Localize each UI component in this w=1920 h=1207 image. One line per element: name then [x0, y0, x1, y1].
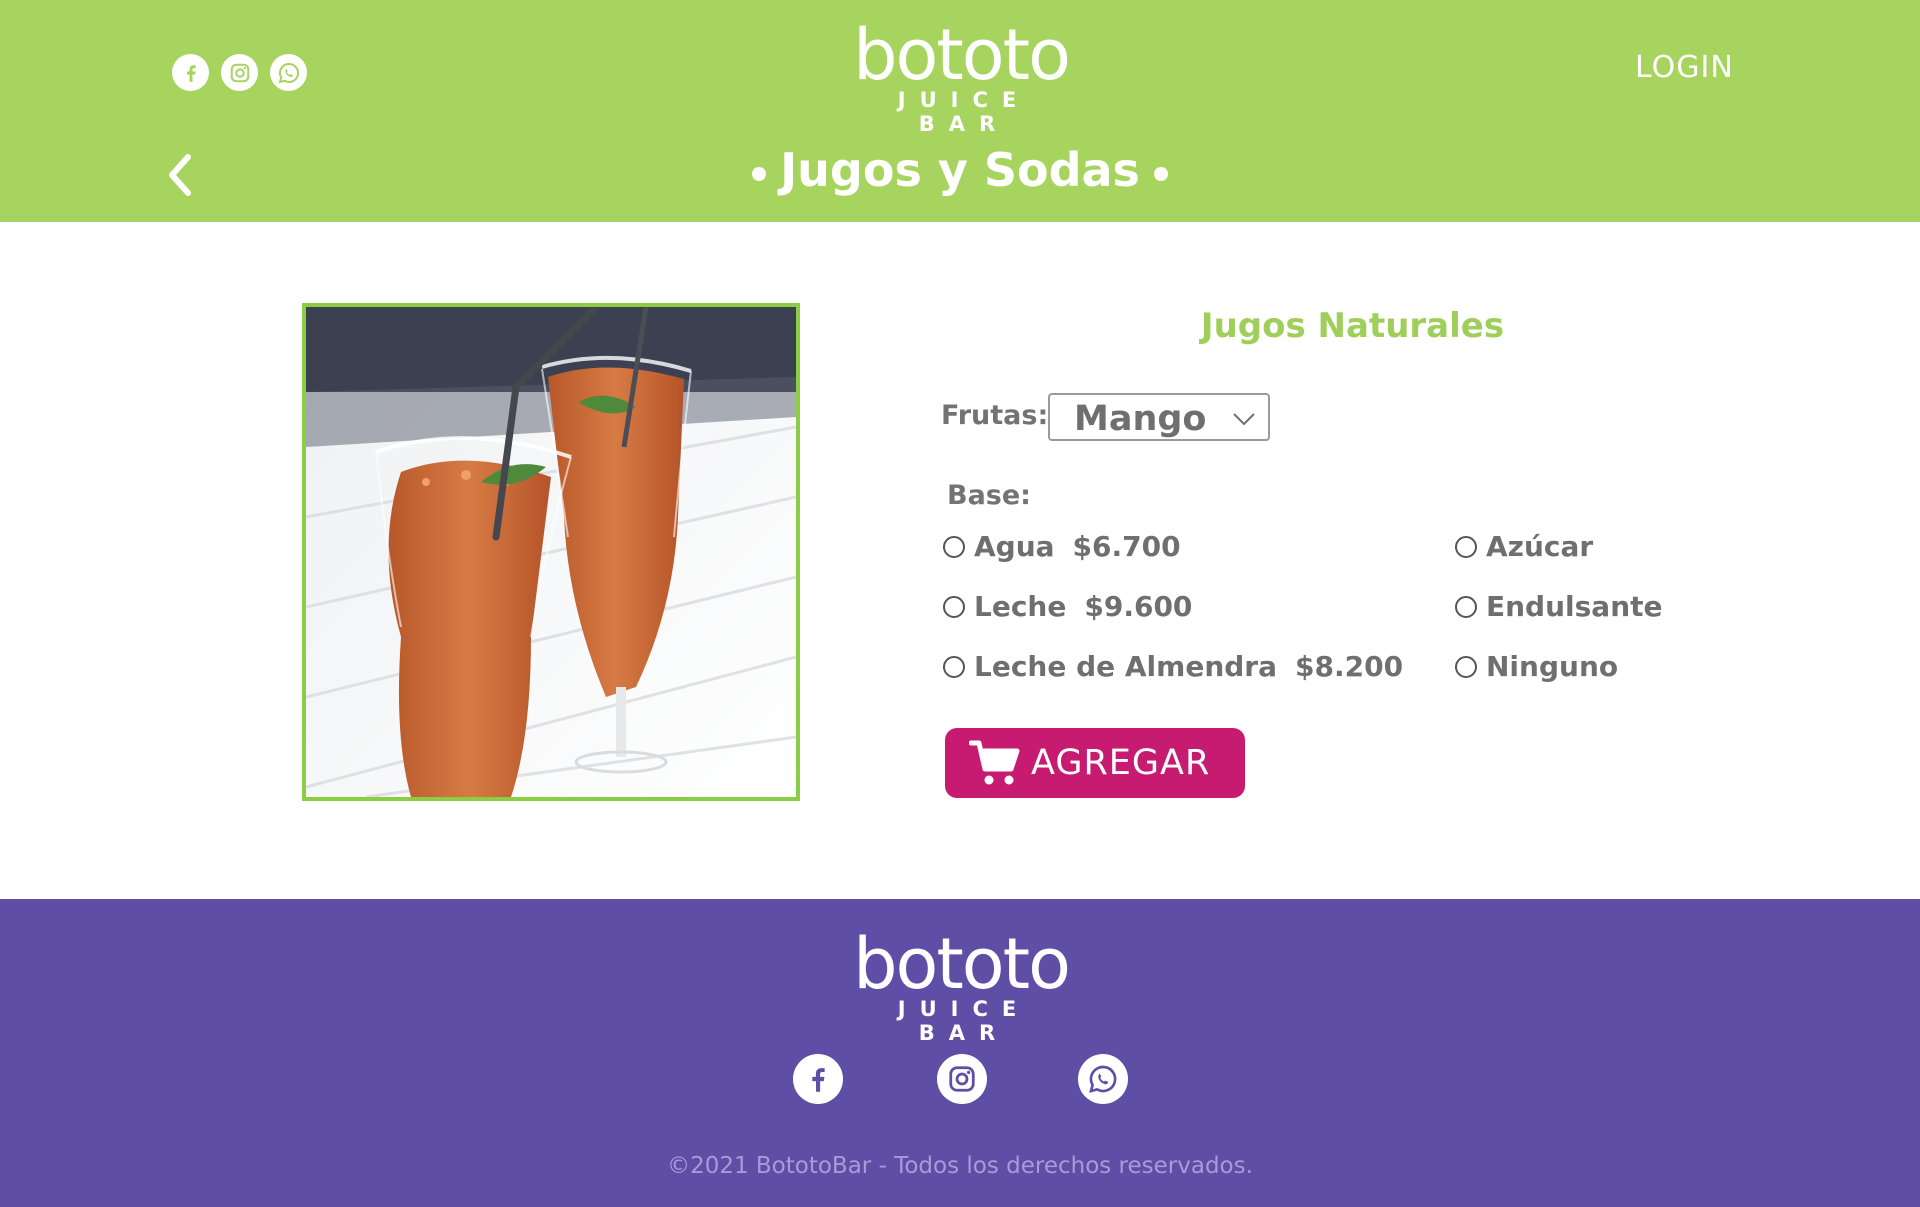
site-header: bototo JUICE BAR LOGIN Jugos y Sodas: [0, 0, 1920, 222]
brand-wordmark: bototo: [853, 923, 1071, 1005]
option-label: Leche de Almendra: [974, 650, 1277, 683]
sweetener-option-endulsante[interactable]: Endulsante: [1455, 590, 1663, 623]
fruit-select-value: Mango: [1074, 399, 1207, 439]
sweetener-option-azucar[interactable]: Azúcar: [1455, 530, 1593, 563]
fruit-label: Frutas:: [941, 400, 1049, 431]
copyright-text: ©2021 BototoBar - Todos los derechos res…: [667, 1153, 1253, 1179]
bullet-dot: [752, 166, 767, 181]
base-option-leche[interactable]: Leche $9.600: [943, 590, 1192, 623]
whatsapp-icon[interactable]: [270, 54, 307, 91]
radio-button[interactable]: [943, 655, 965, 678]
category-title: Jugos y Sodas: [780, 143, 1140, 197]
radio-button[interactable]: [1455, 655, 1477, 678]
add-button-label: AGREGAR: [1031, 743, 1211, 783]
brand-logo[interactable]: bototo JUICE BAR: [836, 14, 1086, 136]
instagram-icon[interactable]: [937, 1054, 987, 1104]
facebook-icon[interactable]: [172, 54, 209, 91]
facebook-icon[interactable]: [793, 1054, 843, 1104]
add-to-cart-button[interactable]: AGREGAR: [945, 728, 1245, 798]
product-image: [302, 303, 800, 801]
product-title: Jugos Naturales: [1200, 306, 1505, 346]
header-social-links: [172, 54, 307, 91]
shopping-cart-icon: [969, 740, 1020, 785]
login-link[interactable]: LOGIN: [1635, 50, 1734, 85]
radio-button[interactable]: [1455, 535, 1477, 558]
footer-logo[interactable]: bototo JUICE BAR: [836, 923, 1086, 1045]
option-label: Ninguno: [1486, 650, 1619, 683]
radio-button[interactable]: [1455, 595, 1477, 618]
sweetener-option-ninguno[interactable]: Ninguno: [1455, 650, 1618, 683]
radio-button[interactable]: [943, 595, 965, 618]
site-footer: bototo JUICE BAR ©2021 BototoBar - Todos…: [0, 899, 1920, 1207]
category-heading: Jugos y Sodas: [0, 143, 1920, 197]
whatsapp-icon[interactable]: [1078, 1054, 1128, 1104]
option-price: $6.700: [1072, 530, 1181, 563]
radio-button[interactable]: [943, 535, 965, 558]
option-price: $9.600: [1084, 590, 1193, 623]
option-price: $8.200: [1295, 650, 1404, 683]
fruit-select[interactable]: Mango: [1048, 393, 1270, 441]
option-label: Azúcar: [1486, 530, 1594, 563]
base-label: Base:: [947, 480, 1031, 511]
base-option-leche-almendra[interactable]: Leche de Almendra $8.200: [943, 650, 1403, 683]
brand-wordmark: bototo: [853, 14, 1071, 96]
base-option-agua[interactable]: Agua $6.700: [943, 530, 1181, 563]
bullet-dot: [1153, 166, 1168, 181]
juice-glasses-image: [306, 307, 796, 797]
option-label: Leche: [974, 590, 1067, 623]
option-label: Agua: [974, 530, 1055, 563]
chevron-down-icon: [1233, 413, 1255, 426]
option-label: Endulsante: [1486, 590, 1663, 623]
instagram-icon[interactable]: [221, 54, 258, 91]
